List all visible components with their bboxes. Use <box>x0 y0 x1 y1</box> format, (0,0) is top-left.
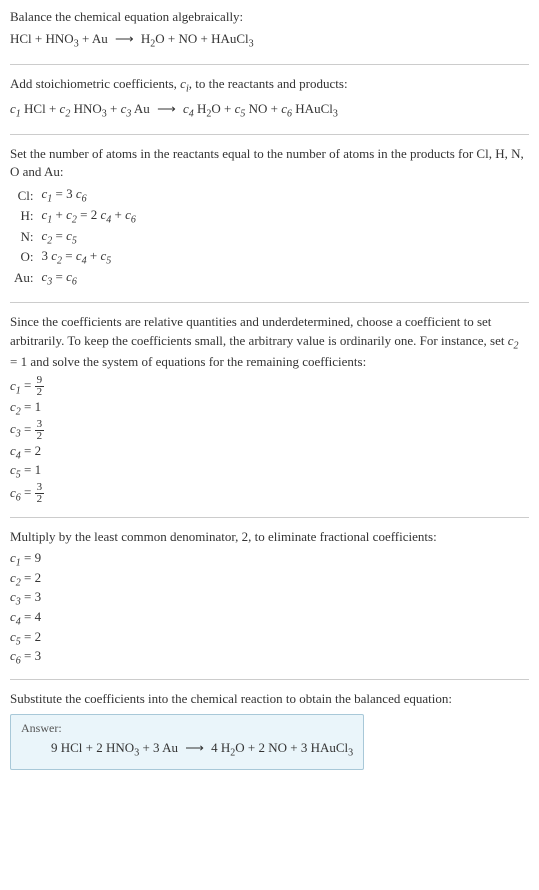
atom-equation: c1 + c2 = 2 c4 + c6 <box>38 206 140 227</box>
table-row: Au: c3 = c6 <box>10 268 140 289</box>
table-row: N: c2 = c5 <box>10 227 140 248</box>
integer-coefficients: c1 = 9 c2 = 2 c3 = 3 c4 = 4 c5 = 2 c6 = … <box>10 550 529 667</box>
fraction: 92 <box>35 375 45 398</box>
coef-row: c2 = 2 <box>10 570 529 589</box>
species-au: Au <box>92 31 108 46</box>
table-row: O: 3 c2 = c4 + c5 <box>10 247 140 268</box>
multiply-text: Multiply by the least common denominator… <box>10 528 529 546</box>
coef-row: c3 = 3 <box>10 589 529 608</box>
add-coef-text: Add stoichiometric coefficients, ci, to … <box>10 75 529 97</box>
atom-equation: c2 = c5 <box>38 227 140 248</box>
plus: + <box>79 31 92 46</box>
element-label: H: <box>10 206 38 227</box>
coef-row: c4 = 4 <box>10 609 529 628</box>
section-atom-balance: Set the number of atoms in the reactants… <box>10 145 529 303</box>
plus: + <box>32 31 46 46</box>
fraction: 32 <box>35 419 45 442</box>
plus: + <box>197 31 211 46</box>
section-solve-fractional: Since the coefficients are relative quan… <box>10 313 529 518</box>
balanced-equation: 9 HCl + 2 HNO3 + 3 Au ⟶ 4 H2O + 2 NO + 3… <box>21 740 353 759</box>
element-label: N: <box>10 227 38 248</box>
table-row: Cl: c1 = 3 c6 <box>10 185 140 206</box>
substitute-text: Substitute the coefficients into the che… <box>10 690 529 708</box>
coefficient-equation: c1 HCl + c2 HNO3 + c3 Au ⟶ c4 H2O + c5 N… <box>10 100 529 122</box>
fraction: 32 <box>35 482 45 505</box>
section-final: Substitute the coefficients into the che… <box>10 690 529 770</box>
species-hno3: HNO3 <box>46 31 79 46</box>
atom-equations-table: Cl: c1 = 3 c6 H: c1 + c2 = 2 c4 + c6 N: … <box>10 185 140 288</box>
coef-row: c5 = 1 <box>10 462 529 481</box>
species-no: NO <box>178 31 197 46</box>
intro-text: Balance the chemical equation algebraica… <box>10 8 529 26</box>
fractional-coefficients: c1 = 92 c2 = 1 c3 = 32 c4 = 2 c5 = 1 c6 … <box>10 375 529 505</box>
coef-row: c1 = 9 <box>10 550 529 569</box>
coef-row: c1 = 92 <box>10 375 529 398</box>
arrow-icon: ⟶ <box>157 100 176 118</box>
atom-balance-text: Set the number of atoms in the reactants… <box>10 145 529 181</box>
atom-equation: 3 c2 = c4 + c5 <box>38 247 140 268</box>
species-haucl3: HAuCl3 <box>211 31 254 46</box>
answer-box: Answer: 9 HCl + 2 HNO3 + 3 Au ⟶ 4 H2O + … <box>10 714 364 770</box>
answer-label: Answer: <box>21 721 353 736</box>
element-label: Au: <box>10 268 38 289</box>
element-label: O: <box>10 247 38 268</box>
element-label: Cl: <box>10 185 38 206</box>
coef-row: c6 = 3 <box>10 648 529 667</box>
plus: + <box>165 31 179 46</box>
coef-row: c2 = 1 <box>10 399 529 418</box>
coef-row: c5 = 2 <box>10 629 529 648</box>
atom-equation: c1 = 3 c6 <box>38 185 140 206</box>
section-add-coefficients: Add stoichiometric coefficients, ci, to … <box>10 75 529 135</box>
section-integer-coefficients: Multiply by the least common denominator… <box>10 528 529 680</box>
atom-equation: c3 = c6 <box>38 268 140 289</box>
table-row: H: c1 + c2 = 2 c4 + c6 <box>10 206 140 227</box>
symbol-ci: ci <box>180 76 189 91</box>
coef-row: c4 = 2 <box>10 443 529 462</box>
solve-text: Since the coefficients are relative quan… <box>10 313 529 371</box>
coef-row: c6 = 32 <box>10 482 529 505</box>
species-h2o: H2O <box>141 31 165 46</box>
species-hcl: HCl <box>10 31 32 46</box>
arrow-icon: ⟶ <box>115 30 134 48</box>
arrow-icon: ⟶ <box>185 740 204 756</box>
section-intro: Balance the chemical equation algebraica… <box>10 8 529 65</box>
coef-row: c3 = 32 <box>10 419 529 442</box>
unbalanced-equation: HCl + HNO3 + Au ⟶ H2O + NO + HAuCl3 <box>10 30 529 52</box>
